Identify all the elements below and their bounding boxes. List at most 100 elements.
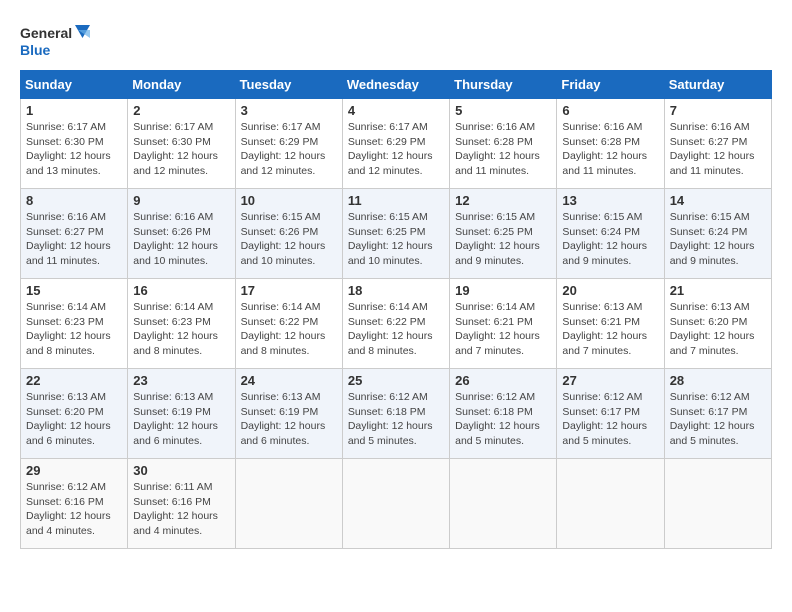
weekday-header: Friday	[557, 71, 664, 99]
day-number: 28	[670, 373, 766, 388]
calendar-day-cell: 5 Sunrise: 6:16 AMSunset: 6:28 PMDaylight…	[450, 99, 557, 189]
day-number: 18	[348, 283, 444, 298]
day-number: 22	[26, 373, 122, 388]
day-info: Sunrise: 6:12 AMSunset: 6:18 PMDaylight:…	[455, 390, 551, 449]
day-info: Sunrise: 6:15 AMSunset: 6:25 PMDaylight:…	[348, 210, 444, 269]
day-number: 15	[26, 283, 122, 298]
calendar-day-cell: 9 Sunrise: 6:16 AMSunset: 6:26 PMDaylight…	[128, 189, 235, 279]
day-info: Sunrise: 6:11 AMSunset: 6:16 PMDaylight:…	[133, 480, 229, 539]
day-info: Sunrise: 6:12 AMSunset: 6:17 PMDaylight:…	[670, 390, 766, 449]
day-info: Sunrise: 6:17 AMSunset: 6:30 PMDaylight:…	[26, 120, 122, 179]
day-number: 1	[26, 103, 122, 118]
calendar-day-cell: 4 Sunrise: 6:17 AMSunset: 6:29 PMDaylight…	[342, 99, 449, 189]
day-info: Sunrise: 6:15 AMSunset: 6:26 PMDaylight:…	[241, 210, 337, 269]
day-info: Sunrise: 6:13 AMSunset: 6:19 PMDaylight:…	[241, 390, 337, 449]
day-number: 10	[241, 193, 337, 208]
day-info: Sunrise: 6:14 AMSunset: 6:22 PMDaylight:…	[348, 300, 444, 359]
day-number: 16	[133, 283, 229, 298]
day-number: 4	[348, 103, 444, 118]
calendar-day-cell	[450, 459, 557, 549]
day-info: Sunrise: 6:12 AMSunset: 6:18 PMDaylight:…	[348, 390, 444, 449]
day-info: Sunrise: 6:15 AMSunset: 6:25 PMDaylight:…	[455, 210, 551, 269]
calendar-day-cell: 8 Sunrise: 6:16 AMSunset: 6:27 PMDaylight…	[21, 189, 128, 279]
day-info: Sunrise: 6:12 AMSunset: 6:17 PMDaylight:…	[562, 390, 658, 449]
weekday-header: Thursday	[450, 71, 557, 99]
calendar-table: SundayMondayTuesdayWednesdayThursdayFrid…	[20, 70, 772, 549]
calendar-day-cell: 7Sunrise: 6:16 AMSunset: 6:27 PMDaylight…	[664, 99, 771, 189]
calendar-day-cell: 18 Sunrise: 6:14 AMSunset: 6:22 PMDayligh…	[342, 279, 449, 369]
logo: General Blue	[20, 20, 90, 60]
calendar-week-row: 22Sunrise: 6:13 AMSunset: 6:20 PMDayligh…	[21, 369, 772, 459]
day-number: 5	[455, 103, 551, 118]
calendar-day-cell: 13 Sunrise: 6:15 AMSunset: 6:24 PMDayligh…	[557, 189, 664, 279]
calendar-day-cell: 6Sunrise: 6:16 AMSunset: 6:28 PMDaylight…	[557, 99, 664, 189]
calendar-day-cell: 23Sunrise: 6:13 AMSunset: 6:19 PMDayligh…	[128, 369, 235, 459]
day-info: Sunrise: 6:15 AMSunset: 6:24 PMDaylight:…	[562, 210, 658, 269]
calendar-day-cell: 21 Sunrise: 6:13 AMSunset: 6:20 PMDayligh…	[664, 279, 771, 369]
calendar-day-cell: 10 Sunrise: 6:15 AMSunset: 6:26 PMDayligh…	[235, 189, 342, 279]
day-info: Sunrise: 6:12 AMSunset: 6:16 PMDaylight:…	[26, 480, 122, 539]
calendar-day-cell: 17Sunrise: 6:14 AMSunset: 6:22 PMDayligh…	[235, 279, 342, 369]
logo-svg: General Blue	[20, 20, 90, 60]
svg-text:General: General	[20, 25, 72, 41]
weekday-header: Saturday	[664, 71, 771, 99]
calendar-day-cell: 30 Sunrise: 6:11 AMSunset: 6:16 PMDayligh…	[128, 459, 235, 549]
day-number: 7	[670, 103, 766, 118]
day-info: Sunrise: 6:14 AMSunset: 6:23 PMDaylight:…	[26, 300, 122, 359]
calendar-week-row: 8 Sunrise: 6:16 AMSunset: 6:27 PMDaylight…	[21, 189, 772, 279]
day-number: 6	[562, 103, 658, 118]
day-info: Sunrise: 6:13 AMSunset: 6:19 PMDaylight:…	[133, 390, 229, 449]
day-number: 27	[562, 373, 658, 388]
day-info: Sunrise: 6:17 AMSunset: 6:29 PMDaylight:…	[241, 120, 337, 179]
day-number: 13	[562, 193, 658, 208]
day-number: 3	[241, 103, 337, 118]
weekday-header: Tuesday	[235, 71, 342, 99]
calendar-day-cell	[342, 459, 449, 549]
calendar-day-cell: 25 Sunrise: 6:12 AMSunset: 6:18 PMDayligh…	[342, 369, 449, 459]
day-info: Sunrise: 6:16 AMSunset: 6:27 PMDaylight:…	[26, 210, 122, 269]
day-number: 9	[133, 193, 229, 208]
calendar-week-row: 1 Sunrise: 6:17 AMSunset: 6:30 PMDaylight…	[21, 99, 772, 189]
day-info: Sunrise: 6:17 AMSunset: 6:29 PMDaylight:…	[348, 120, 444, 179]
calendar-day-cell: 28 Sunrise: 6:12 AMSunset: 6:17 PMDayligh…	[664, 369, 771, 459]
day-number: 26	[455, 373, 551, 388]
day-number: 29	[26, 463, 122, 478]
weekday-header: Sunday	[21, 71, 128, 99]
day-number: 20	[562, 283, 658, 298]
day-number: 19	[455, 283, 551, 298]
calendar-day-cell: 3 Sunrise: 6:17 AMSunset: 6:29 PMDaylight…	[235, 99, 342, 189]
calendar-day-cell: 11 Sunrise: 6:15 AMSunset: 6:25 PMDayligh…	[342, 189, 449, 279]
day-number: 21	[670, 283, 766, 298]
calendar-day-cell: 20 Sunrise: 6:13 AMSunset: 6:21 PMDayligh…	[557, 279, 664, 369]
calendar-day-cell: 16Sunrise: 6:14 AMSunset: 6:23 PMDayligh…	[128, 279, 235, 369]
calendar-day-cell: 19 Sunrise: 6:14 AMSunset: 6:21 PMDayligh…	[450, 279, 557, 369]
day-number: 30	[133, 463, 229, 478]
calendar-day-cell: 26 Sunrise: 6:12 AMSunset: 6:18 PMDayligh…	[450, 369, 557, 459]
calendar-day-cell: 22Sunrise: 6:13 AMSunset: 6:20 PMDayligh…	[21, 369, 128, 459]
calendar-day-cell: 12 Sunrise: 6:15 AMSunset: 6:25 PMDayligh…	[450, 189, 557, 279]
calendar-week-row: 15 Sunrise: 6:14 AMSunset: 6:23 PMDayligh…	[21, 279, 772, 369]
day-number: 24	[241, 373, 337, 388]
day-number: 11	[348, 193, 444, 208]
day-number: 25	[348, 373, 444, 388]
calendar-day-cell	[557, 459, 664, 549]
day-info: Sunrise: 6:13 AMSunset: 6:20 PMDaylight:…	[670, 300, 766, 359]
day-info: Sunrise: 6:16 AMSunset: 6:28 PMDaylight:…	[455, 120, 551, 179]
day-info: Sunrise: 6:17 AMSunset: 6:30 PMDaylight:…	[133, 120, 229, 179]
calendar-day-cell	[235, 459, 342, 549]
weekday-header: Wednesday	[342, 71, 449, 99]
day-info: Sunrise: 6:16 AMSunset: 6:26 PMDaylight:…	[133, 210, 229, 269]
weekday-header: Monday	[128, 71, 235, 99]
day-number: 12	[455, 193, 551, 208]
calendar-day-cell: 27 Sunrise: 6:12 AMSunset: 6:17 PMDayligh…	[557, 369, 664, 459]
weekday-header-row: SundayMondayTuesdayWednesdayThursdayFrid…	[21, 71, 772, 99]
calendar-week-row: 29 Sunrise: 6:12 AMSunset: 6:16 PMDayligh…	[21, 459, 772, 549]
day-info: Sunrise: 6:15 AMSunset: 6:24 PMDaylight:…	[670, 210, 766, 269]
day-info: Sunrise: 6:14 AMSunset: 6:22 PMDaylight:…	[241, 300, 337, 359]
calendar-day-cell: 2Sunrise: 6:17 AMSunset: 6:30 PMDaylight…	[128, 99, 235, 189]
calendar-day-cell: 1 Sunrise: 6:17 AMSunset: 6:30 PMDaylight…	[21, 99, 128, 189]
day-number: 8	[26, 193, 122, 208]
day-info: Sunrise: 6:13 AMSunset: 6:21 PMDaylight:…	[562, 300, 658, 359]
day-info: Sunrise: 6:14 AMSunset: 6:21 PMDaylight:…	[455, 300, 551, 359]
calendar-day-cell	[664, 459, 771, 549]
